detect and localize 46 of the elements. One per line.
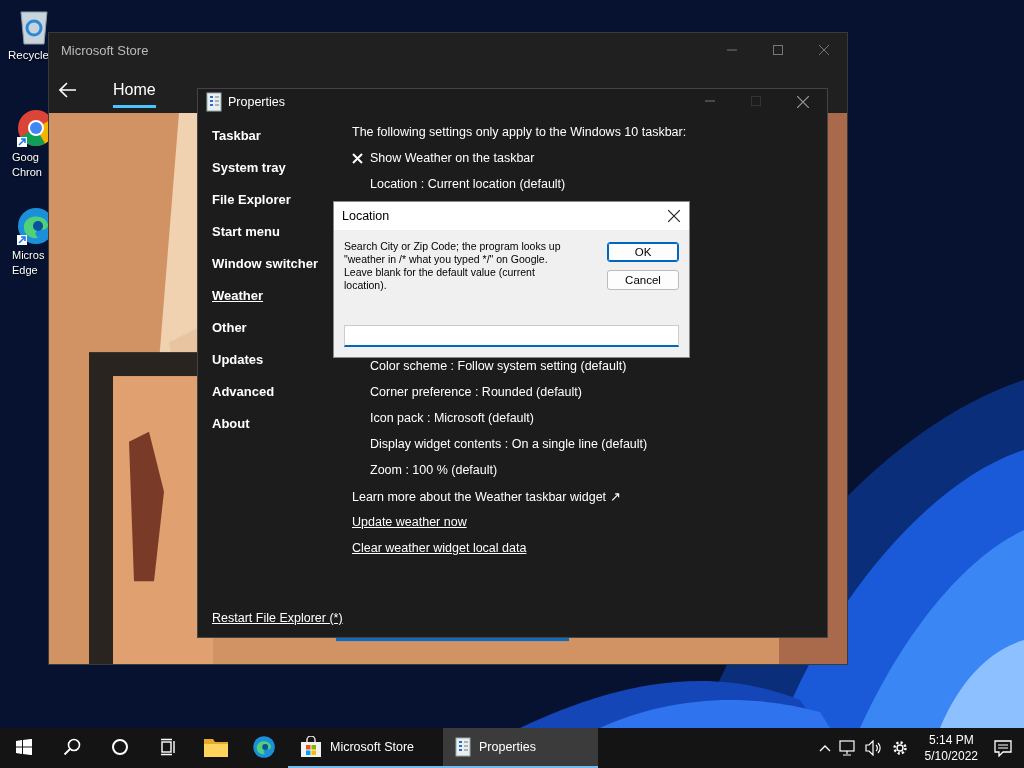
nav-tab[interactable]: Home <box>113 72 156 108</box>
chevron-up-icon[interactable] <box>818 744 831 752</box>
volume-icon[interactable] <box>864 740 883 756</box>
task-view-icon[interactable] <box>159 738 177 756</box>
search-icon[interactable] <box>63 738 81 756</box>
desktop-icon-label[interactable]: Recycle <box>8 48 49 63</box>
sidebar-item[interactable]: Advanced <box>212 375 352 407</box>
store-bag-icon[interactable] <box>300 736 322 758</box>
taskbar-button[interactable]: Properties <box>443 728 598 768</box>
action-link[interactable]: Update weather now <box>352 515 467 529</box>
setting-option[interactable]: Zoom : 100 % (default) <box>370 463 498 477</box>
setting-option[interactable]: Icon pack : Microsoft (default) <box>370 411 534 425</box>
maximize-icon[interactable] <box>773 45 783 55</box>
input-field[interactable] <box>344 325 679 347</box>
dialog-button[interactable]: OK <box>607 242 679 262</box>
gear-icon[interactable] <box>890 739 909 757</box>
setting-option[interactable]: Color scheme : Follow system setting (default) <box>370 359 627 373</box>
sidebar-item[interactable]: Taskbar <box>212 119 352 151</box>
sidebar-item[interactable]: About <box>212 407 352 439</box>
close-icon[interactable] <box>797 96 809 108</box>
circle-icon[interactable] <box>111 738 129 756</box>
restart-link[interactable]: Restart File Explorer (*) <box>212 611 352 625</box>
dialog-title: Location <box>342 209 390 223</box>
sidebar-item[interactable]: System tray <box>212 151 352 183</box>
setting-option[interactable]: Display widget contents : On a single line (default) <box>370 437 648 451</box>
document-icon[interactable] <box>455 737 471 757</box>
window-title: Microsoft Store <box>61 42 149 58</box>
setting-option[interactable]: Location : Current location (default) <box>370 177 566 191</box>
setting-label[interactable]: Show Weather on the taskbar <box>370 151 535 165</box>
network-icon[interactable] <box>838 740 857 756</box>
dialog-button[interactable]: Cancel <box>607 270 679 290</box>
windows-start-icon[interactable] <box>16 739 32 755</box>
edge-icon[interactable] <box>252 735 276 759</box>
folder-icon[interactable] <box>203 736 229 758</box>
desktop-icon-label[interactable]: Goog Chron <box>12 150 42 180</box>
notification-icon[interactable] <box>994 739 1012 757</box>
setting-option[interactable]: Corner preference : Rounded (default) <box>370 385 582 399</box>
clock[interactable]: 5:14 PM 5/10/2022 <box>916 732 986 764</box>
document-icon[interactable] <box>206 92 222 112</box>
back-arrow-icon[interactable] <box>59 82 77 98</box>
external-link[interactable]: Learn more about the Weather taskbar widget ↗ <box>352 488 621 504</box>
section-header: The following settings only apply to the Windows 10 taskbar: <box>352 125 687 139</box>
action-link[interactable]: Clear weather widget local data <box>352 541 527 555</box>
window-title: Properties <box>228 95 285 109</box>
dialog-message: Search City or Zip Code; the program looks up "weather in /* what you typed */" on Google. Leave blank for the default value (current location). <box>344 240 562 292</box>
desktop-icon-label[interactable]: Micros Edge <box>12 248 45 278</box>
